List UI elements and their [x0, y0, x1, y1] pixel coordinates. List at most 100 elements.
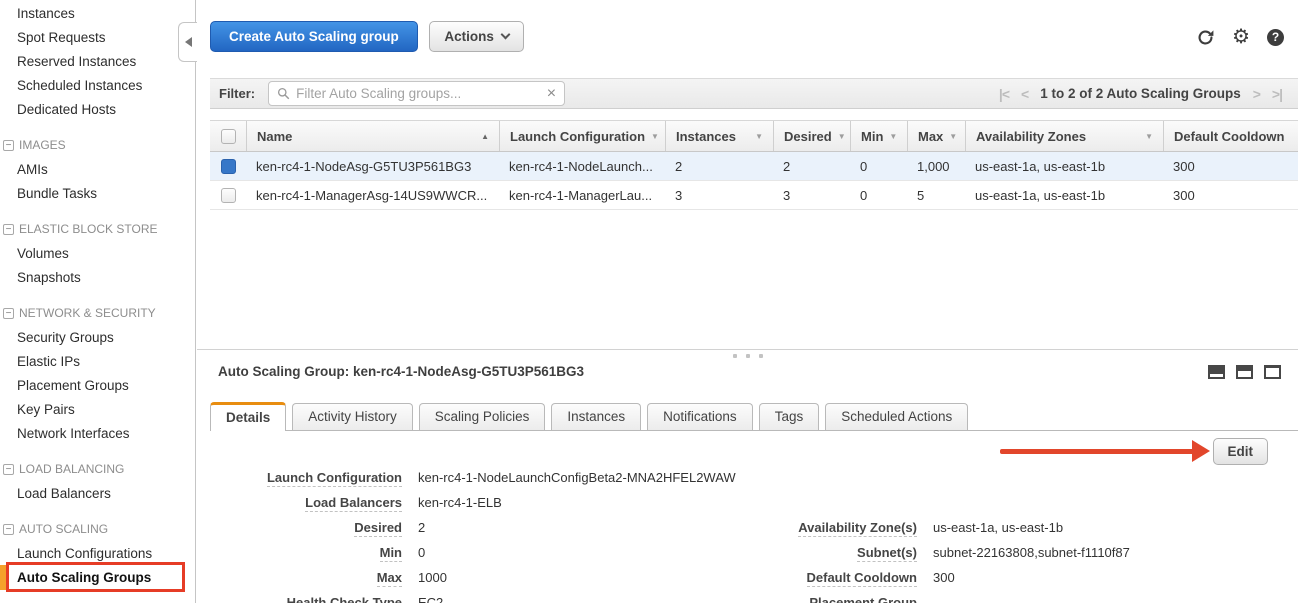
table-header-row: Name ▲ Launch Configuration ▼ Instances … — [210, 120, 1298, 152]
sidebar-section-ebs[interactable]: − ELASTIC BLOCK STORE — [0, 218, 195, 242]
search-icon — [277, 87, 290, 100]
create-auto-scaling-group-button[interactable]: Create Auto Scaling group — [210, 21, 418, 52]
first-page-icon[interactable]: |< — [999, 86, 1009, 102]
field-label: Load Balancers — [305, 495, 402, 512]
sidebar-item-security-groups[interactable]: Security Groups — [0, 326, 195, 350]
field-value: subnet-22163808,subnet-f1110f87 — [933, 545, 1130, 560]
field-value: 300 — [933, 570, 955, 585]
sidebar-section-load-balancing[interactable]: − LOAD BALANCING — [0, 458, 195, 482]
details-panel: Auto Scaling Group: ken-rc4-1-NodeAsg-G5… — [197, 349, 1298, 603]
column-header-default-cooldown[interactable]: Default Cooldown — [1163, 121, 1298, 151]
panel-layout-large-icon[interactable] — [1264, 365, 1281, 379]
actions-dropdown-button[interactable]: Actions — [429, 21, 524, 52]
help-icon[interactable]: ? — [1267, 29, 1284, 46]
sidebar-item-elastic-ips[interactable]: Elastic IPs — [0, 350, 195, 374]
sidebar-item-volumes[interactable]: Volumes — [0, 242, 195, 266]
column-label: Default Cooldown — [1174, 129, 1285, 144]
tab-instances[interactable]: Instances — [551, 403, 641, 430]
tab-activity-history[interactable]: Activity History — [292, 403, 413, 430]
column-filter-icon[interactable]: ▼ — [1145, 132, 1153, 141]
section-label: LOAD BALANCING — [19, 462, 124, 477]
sidebar-section-auto-scaling[interactable]: − AUTO SCALING — [0, 518, 195, 542]
column-filter-icon[interactable]: ▼ — [949, 132, 957, 141]
field-subnets: Subnet(s) subnet-22163808,subnet-f1110f8… — [762, 540, 1130, 565]
sidebar-item-bundle-tasks[interactable]: Bundle Tasks — [0, 182, 195, 206]
section-collapse-icon[interactable]: − — [3, 464, 14, 475]
tab-tags[interactable]: Tags — [759, 403, 820, 430]
table-row[interactable]: ken-rc4-1-ManagerAsg-14US9WWCR... ken-rc… — [210, 181, 1298, 210]
cell-min: 0 — [850, 188, 907, 203]
cell-desired: 3 — [773, 188, 850, 203]
column-filter-icon[interactable]: ▼ — [755, 132, 763, 141]
filter-label: Filter: — [219, 86, 255, 101]
sidebar-item-launch-configurations[interactable]: Launch Configurations — [0, 542, 195, 566]
column-filter-icon[interactable]: ▼ — [838, 132, 846, 141]
panel-layout-small-icon[interactable] — [1208, 365, 1225, 379]
sidebar-item-instances[interactable]: Instances — [0, 2, 195, 26]
column-label: Name — [257, 129, 292, 144]
panel-resize-handle[interactable] — [733, 354, 763, 358]
panel-layout-medium-icon[interactable] — [1236, 365, 1253, 379]
sidebar-item-spot-requests[interactable]: Spot Requests — [0, 26, 195, 50]
column-label: Max — [918, 129, 943, 144]
sidebar-item-load-balancers[interactable]: Load Balancers — [0, 482, 195, 506]
column-filter-icon[interactable]: ▼ — [651, 132, 659, 141]
row-checkbox-checked[interactable] — [221, 159, 236, 174]
section-collapse-icon[interactable]: − — [3, 224, 14, 235]
sidebar-item-placement-groups[interactable]: Placement Groups — [0, 374, 195, 398]
column-header-availability-zones[interactable]: Availability Zones ▼ — [965, 121, 1163, 151]
section-collapse-icon[interactable]: − — [3, 140, 14, 151]
tab-scheduled-actions[interactable]: Scheduled Actions — [825, 403, 968, 430]
filter-search-box[interactable]: × — [268, 81, 565, 106]
field-label: Health Check Type — [287, 595, 402, 603]
clear-search-icon[interactable]: × — [547, 86, 556, 102]
select-all-checkbox[interactable] — [221, 129, 236, 144]
filter-search-input[interactable] — [296, 86, 541, 101]
section-collapse-icon[interactable]: − — [3, 524, 14, 535]
table-row[interactable]: ken-rc4-1-NodeAsg-G5TU3P561BG3 ken-rc4-1… — [210, 152, 1298, 181]
section-collapse-icon[interactable]: − — [3, 308, 14, 319]
refresh-icon[interactable] — [1196, 28, 1215, 47]
next-page-icon[interactable]: > — [1253, 86, 1260, 102]
column-label: Launch Configuration — [510, 129, 645, 144]
sidebar-item-auto-scaling-groups[interactable]: Auto Scaling Groups — [0, 566, 195, 590]
prev-page-icon[interactable]: < — [1021, 86, 1028, 102]
field-value: 1000 — [418, 570, 447, 585]
sidebar-collapse-handle[interactable] — [178, 22, 197, 62]
last-page-icon[interactable]: >| — [1272, 86, 1282, 102]
sidebar-item-network-interfaces[interactable]: Network Interfaces — [0, 422, 195, 446]
sidebar-item-reserved-instances[interactable]: Reserved Instances — [0, 50, 195, 74]
cell-availability-zones: us-east-1a, us-east-1b — [965, 188, 1163, 203]
section-label: IMAGES — [19, 138, 66, 153]
sidebar-item-scheduled-instances[interactable]: Scheduled Instances — [0, 74, 195, 98]
sidebar-item-amis[interactable]: AMIs — [0, 158, 195, 182]
column-header-instances[interactable]: Instances ▼ — [665, 121, 773, 151]
sidebar-item-snapshots[interactable]: Snapshots — [0, 266, 195, 290]
cell-instances: 3 — [665, 188, 773, 203]
sidebar-section-network-security[interactable]: − NETWORK & SECURITY — [0, 302, 195, 326]
field-label: Max — [377, 570, 402, 587]
column-header-name[interactable]: Name ▲ — [246, 121, 499, 151]
tab-scaling-policies[interactable]: Scaling Policies — [419, 403, 546, 430]
field-launch-configuration: Launch Configuration ken-rc4-1-NodeLaunc… — [218, 465, 736, 490]
field-label: Default Cooldown — [807, 570, 918, 587]
column-header-desired[interactable]: Desired ▼ — [773, 121, 850, 151]
tab-notifications[interactable]: Notifications — [647, 403, 753, 430]
main-content: Create Auto Scaling group Actions ⚙ ? Fi… — [197, 0, 1298, 603]
field-availability-zones: Availability Zone(s) us-east-1a, us-east… — [762, 515, 1130, 540]
sidebar-item-key-pairs[interactable]: Key Pairs — [0, 398, 195, 422]
sort-ascending-icon: ▲ — [481, 132, 489, 141]
row-checkbox[interactable] — [221, 188, 236, 203]
tab-details[interactable]: Details — [210, 402, 286, 431]
column-header-max[interactable]: Max ▼ — [907, 121, 965, 151]
edit-button[interactable]: Edit — [1213, 438, 1269, 465]
sidebar-nav: Instances Spot Requests Reserved Instanc… — [0, 0, 196, 603]
settings-gear-icon[interactable]: ⚙ — [1232, 27, 1250, 47]
column-filter-icon[interactable]: ▼ — [889, 132, 897, 141]
column-header-launch-configuration[interactable]: Launch Configuration ▼ — [499, 121, 665, 151]
cell-launch-configuration: ken-rc4-1-NodeLaunch... — [499, 159, 665, 174]
column-header-min[interactable]: Min ▼ — [850, 121, 907, 151]
sidebar-section-images[interactable]: − IMAGES — [0, 134, 195, 158]
sidebar-item-dedicated-hosts[interactable]: Dedicated Hosts — [0, 98, 195, 122]
filter-bar: Filter: × |< < 1 to 2 of 2 Auto Scaling … — [210, 78, 1298, 109]
